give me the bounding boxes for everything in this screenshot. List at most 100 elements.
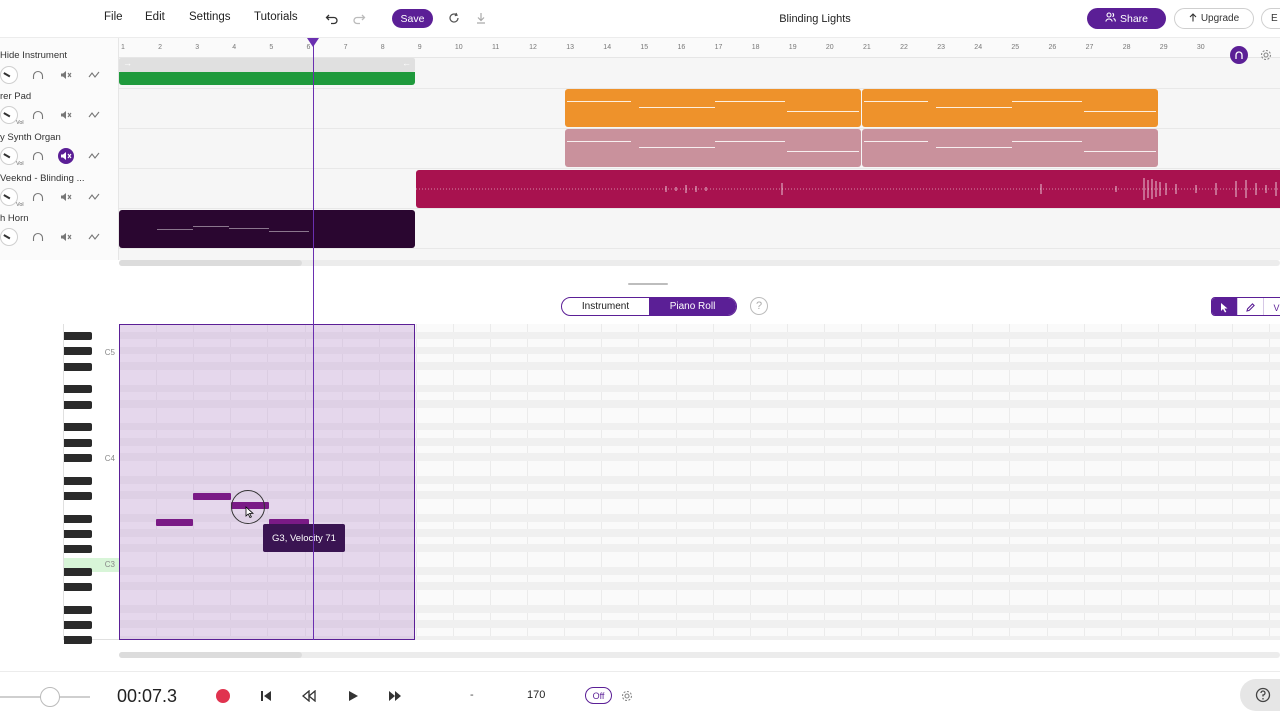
- black-key[interactable]: [64, 453, 92, 462]
- automation-icon[interactable]: [86, 229, 102, 245]
- gear-icon[interactable]: [1258, 47, 1274, 63]
- menu-tutorials[interactable]: Tutorials: [254, 11, 298, 23]
- help-widget[interactable]: [1240, 679, 1280, 711]
- menu-settings[interactable]: Settings: [189, 11, 231, 23]
- help-icon[interactable]: ?: [750, 297, 768, 315]
- tab-piano-roll[interactable]: Piano Roll: [649, 298, 736, 315]
- ruler-tick: 16: [677, 44, 686, 51]
- zoom-slider-thumb[interactable]: [40, 687, 60, 707]
- ruler-tick: 9: [417, 44, 422, 51]
- ruler-tick: 26: [1048, 44, 1057, 51]
- rewind-icon[interactable]: [299, 686, 319, 706]
- arrange-scroll-thumb[interactable]: [119, 260, 302, 266]
- clip-orange[interactable]: [565, 89, 861, 127]
- headphones-icon[interactable]: [30, 229, 46, 245]
- top-bar: File Edit Settings Tutorials Save Blindi…: [0, 0, 1280, 38]
- pencil-tool-icon[interactable]: [1238, 298, 1264, 315]
- undo-icon[interactable]: [324, 10, 340, 26]
- black-key[interactable]: [64, 605, 92, 614]
- settings-gear-icon[interactable]: [617, 686, 637, 706]
- redo-icon[interactable]: [351, 10, 367, 26]
- record-button[interactable]: [213, 686, 233, 706]
- upgrade-button[interactable]: Upgrade: [1174, 8, 1254, 29]
- key-signature[interactable]: -: [470, 689, 474, 701]
- headphones-icon[interactable]: [30, 67, 46, 83]
- fast-forward-icon[interactable]: [385, 686, 405, 706]
- track-name-4[interactable]: Veeknd - Blinding ...: [0, 173, 85, 184]
- song-title[interactable]: Blinding Lights: [760, 13, 870, 25]
- automation-icon[interactable]: [86, 148, 102, 164]
- black-key[interactable]: [64, 567, 92, 576]
- mute-icon[interactable]: [58, 229, 74, 245]
- midi-note[interactable]: [156, 519, 193, 526]
- clip-pink[interactable]: [565, 129, 861, 167]
- record-icon: [216, 689, 230, 703]
- skip-to-start-icon[interactable]: [256, 686, 276, 706]
- mute-icon[interactable]: [58, 107, 74, 123]
- black-key[interactable]: [64, 476, 92, 485]
- ruler-tick: 17: [714, 44, 723, 51]
- save-button[interactable]: Save: [392, 9, 433, 28]
- menu-file[interactable]: File: [104, 11, 123, 23]
- pointer-tool-icon[interactable]: [1212, 298, 1238, 315]
- track-name-2[interactable]: rer Pad: [0, 91, 31, 102]
- clip-green[interactable]: [119, 72, 415, 85]
- black-key[interactable]: [64, 347, 92, 356]
- volume-knob[interactable]: [0, 66, 18, 84]
- piano-roll-scroll-thumb[interactable]: [119, 652, 302, 658]
- black-key[interactable]: [64, 514, 92, 523]
- ruler-tick: 27: [1085, 44, 1094, 51]
- black-key[interactable]: [64, 544, 92, 553]
- black-key[interactable]: [64, 423, 92, 432]
- volume-knob[interactable]: [0, 228, 18, 246]
- tab-instrument[interactable]: Instrument: [562, 298, 649, 315]
- headphones-icon[interactable]: [30, 148, 46, 164]
- midi-note[interactable]: [193, 493, 231, 500]
- automation-icon[interactable]: [86, 107, 102, 123]
- automation-icon[interactable]: [86, 189, 102, 205]
- black-key[interactable]: [64, 636, 92, 645]
- automation-icon[interactable]: [86, 67, 102, 83]
- mute-icon[interactable]: [58, 148, 74, 164]
- black-key[interactable]: [64, 582, 92, 591]
- download-icon[interactable]: [473, 10, 489, 26]
- clip-orange[interactable]: [862, 89, 1158, 127]
- tempo-value[interactable]: 170: [527, 689, 545, 701]
- black-key[interactable]: [64, 362, 92, 371]
- arrangement-area[interactable]: → ←: [119, 58, 1280, 260]
- piano-roll-scrollbar[interactable]: [119, 652, 1280, 658]
- play-icon[interactable]: [343, 686, 363, 706]
- piano-keyboard[interactable]: C5 C4 C3: [63, 324, 120, 645]
- loop-region[interactable]: → ←: [119, 58, 415, 72]
- extra-button[interactable]: E: [1261, 8, 1280, 29]
- arrange-scrollbar[interactable]: [119, 260, 1280, 266]
- black-key[interactable]: [64, 620, 92, 629]
- metronome-toggle[interactable]: Off: [585, 687, 612, 704]
- refresh-icon[interactable]: [446, 10, 462, 26]
- headphones-icon[interactable]: [30, 189, 46, 205]
- menu-edit[interactable]: Edit: [145, 11, 165, 23]
- black-key[interactable]: [64, 529, 92, 538]
- track-name-3[interactable]: y Synth Organ: [0, 132, 61, 143]
- black-key[interactable]: [64, 491, 92, 500]
- clip-region[interactable]: [119, 324, 415, 640]
- headphones-icon[interactable]: [30, 107, 46, 123]
- piano-roll-grid[interactable]: [119, 324, 1280, 640]
- clip-audio[interactable]: [416, 170, 1280, 208]
- black-key[interactable]: [64, 385, 92, 394]
- panel-resize-handle[interactable]: [628, 283, 668, 285]
- metronome-toggle-icon[interactable]: [1230, 46, 1248, 64]
- track-name-1[interactable]: Hide Instrument: [0, 50, 67, 61]
- velocity-tool[interactable]: V: [1264, 298, 1280, 315]
- mute-icon[interactable]: [58, 189, 74, 205]
- black-key[interactable]: [64, 438, 92, 447]
- ruler-tick: 28: [1122, 44, 1131, 51]
- mute-icon[interactable]: [58, 67, 74, 83]
- clip-dark[interactable]: [119, 210, 415, 248]
- track-name-5[interactable]: h Horn: [0, 213, 29, 224]
- timeline-ruler[interactable]: 1 2 3 4 5 6 7 8 9 10 11 12 13 14 15 16 17 18 19 20 21 22 23 24 2…: [119, 38, 1280, 58]
- share-button[interactable]: Share: [1087, 8, 1166, 29]
- clip-pink[interactable]: [862, 129, 1158, 167]
- black-key[interactable]: [64, 332, 92, 341]
- black-key[interactable]: [64, 400, 92, 409]
